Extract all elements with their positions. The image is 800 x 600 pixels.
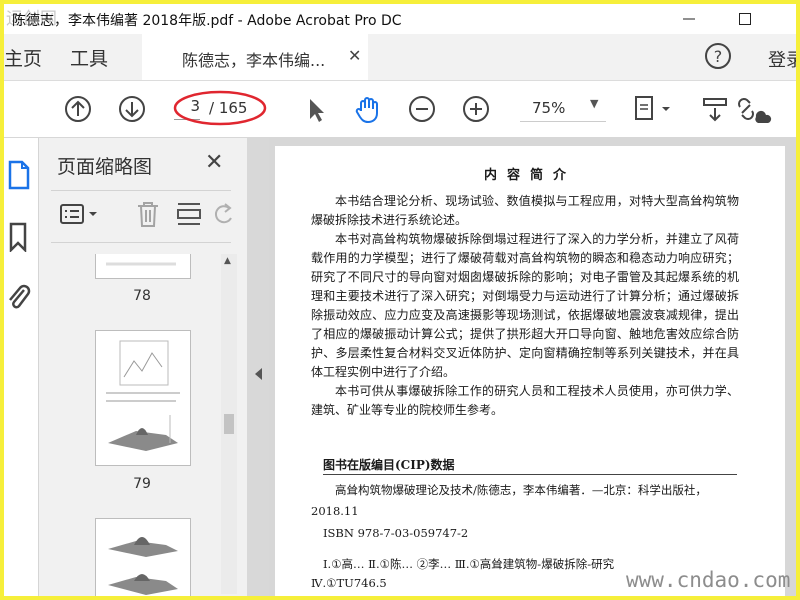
red-highlight-ellipse [173,90,267,126]
thumbnail-page-80[interactable] [95,518,191,596]
scroll-up-icon[interactable]: ▲ [224,256,231,266]
select-arrow-icon[interactable] [300,93,332,125]
share-link-icon[interactable] [734,93,774,125]
intro-paragraph-1: 本书结合理论分析、现场试验、数值模拟与工程应用，对特大型高耸构筑物爆破拆除技术进… [311,194,739,227]
title-bar: 运创网 陈德志，李本伟编著 2018年版.pdf - Adobe Acrobat… [4,4,796,34]
page-preview [106,340,180,451]
previous-page-icon[interactable] [62,93,94,125]
window-title: 陈德志，李本伟编著 2018年版.pdf - Adobe Acrobat Pro… [12,13,402,29]
chevron-down-icon: ▼ [590,97,599,110]
panel-title: 页面缩略图 [57,156,153,178]
tab-tools[interactable]: 工具 [70,44,108,71]
panel-toolbar [39,194,247,234]
trash-icon[interactable] [135,200,161,228]
document-view: 内容简介 本书结合理论分析、现场试验、数值模拟与工程应用，对特大型高耸构筑物爆破… [269,138,796,596]
rotate-icon[interactable] [211,200,235,228]
zoom-in-icon[interactable] [460,93,492,125]
intro-paragraph-2: 本书对高耸构筑物爆破拆除倒塌过程进行了深入的力学分析，并建立了风荷载作用的力学模… [311,232,739,379]
cip-line: 高耸构筑物爆破理论及技术/陈德志，李本伟编著．—北京：科学出版社， [335,483,707,497]
collapse-arrow-icon [255,368,262,380]
svg-text:?: ? [714,47,723,66]
attachment-icon[interactable] [6,282,32,312]
panel-close-icon[interactable]: ✕ [205,150,223,175]
cip-line: 2018.11 [311,504,359,518]
cip-line: ISBN 978-7-03-059747-2 [323,526,469,540]
options-menu-icon[interactable] [59,202,101,226]
panel-collapse-handle[interactable] [247,138,269,596]
thumbnail-page-number: 79 [133,476,151,492]
maximize-button[interactable] [716,4,774,34]
zoom-out-icon[interactable] [406,93,438,125]
page-preview [106,262,176,266]
thumbnail-page-79[interactable] [95,330,191,466]
tab-close-icon[interactable]: ✕ [348,46,361,65]
hand-tool-icon[interactable] [352,93,384,125]
zoom-value: 75% [532,99,566,117]
thumbnail-page-number: 78 [133,288,151,304]
cip-divider [323,474,737,475]
cip-title: 图书在版编目(CIP)数据 [323,458,455,472]
help-icon[interactable]: ? [704,42,732,70]
thumbnail-scrollbar[interactable]: ▲ [221,254,237,594]
minimize-button[interactable] [660,4,718,34]
left-icon-rail [4,138,39,596]
scroll-mode-icon[interactable] [700,93,732,125]
acrobat-window: 运创网 陈德志，李本伟编著 2018年版.pdf - Adobe Acrobat… [4,4,796,596]
insert-page-icon[interactable] [175,200,203,228]
tab-bar: 主页 工具 陈德志，李本伟编... ✕ ? 登录 [4,34,796,81]
tab-home[interactable]: 主页 [4,44,42,71]
page-preview [108,537,178,595]
pdf-page: 内容简介 本书结合理论分析、现场试验、数值模拟与工程应用，对特大型高耸构筑物爆破… [275,146,785,596]
next-page-icon[interactable] [116,93,148,125]
tab-document-label: 陈德志，李本伟编... [182,51,326,70]
maximize-icon [739,13,751,25]
cip-line: Ⅳ.①TU746.5 [311,576,387,590]
tab-document[interactable]: 陈德志，李本伟编... ✕ [142,34,368,80]
page-thumbnails-icon[interactable] [6,160,32,190]
scroll-thumb[interactable] [224,414,234,434]
thumbnail-page-partial[interactable] [95,254,191,279]
page-display-icon[interactable] [632,93,676,125]
zoom-dropdown[interactable]: 75% ▼ [520,97,606,122]
login-link[interactable]: 登录 [768,46,796,72]
cip-line: Ⅰ.①高… Ⅱ.①陈… ②李… Ⅲ.①高耸建筑物-爆破拆除-研究 [323,557,615,571]
page-heading: 内容简介 [483,168,576,183]
main-toolbar: 3 / 165 75% ▼ [4,81,796,138]
site-watermark: www.cndao.com [626,568,791,592]
panel-divider [51,242,231,243]
thumbnails-panel: 页面缩略图 ✕ 78 79 ▲ [39,138,248,596]
minimize-icon [683,18,695,20]
intro-paragraph-3: 本书可供从事爆破拆除工作的研究人员和工程技术人员使用，亦可供力学、建筑、矿业等专… [311,384,739,417]
bookmark-icon[interactable] [6,222,32,252]
panel-divider [51,190,231,191]
